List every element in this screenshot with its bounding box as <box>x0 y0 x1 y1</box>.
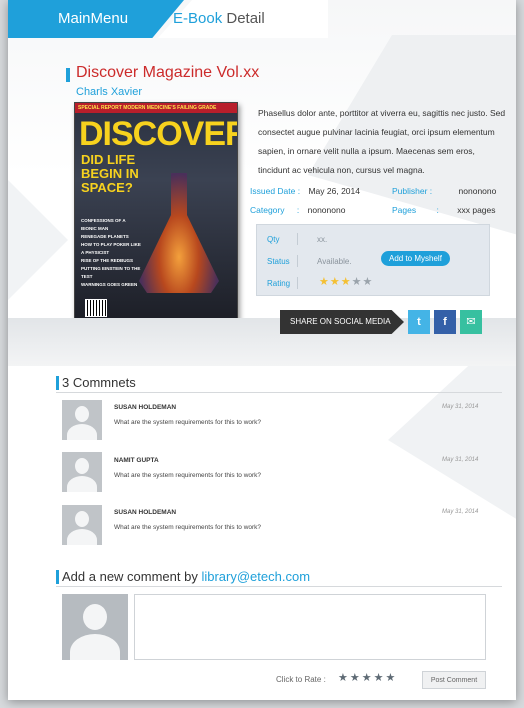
book-title: Discover Magazine Vol.xx <box>76 64 260 81</box>
star-icon: ★ <box>340 276 352 288</box>
avatar <box>62 505 102 545</box>
cover-lines: CONFESSIONS OF A BIONIC MAN RENEGADE PLA… <box>81 217 141 289</box>
star-icon: ★ <box>319 276 330 288</box>
status-label: Status <box>267 257 290 266</box>
book-stats-box: Qty xx. Status Available. Add to Myshelf… <box>256 224 490 296</box>
qty-label: Qty <box>267 235 280 244</box>
divider <box>297 277 298 289</box>
meta-pages-sep: : <box>436 205 439 215</box>
share-social-label: SHARE ON SOCIAL MEDIA <box>280 310 404 334</box>
divider <box>56 586 502 587</box>
meta-publisher-label: Publisher : <box>392 186 433 196</box>
add-to-myshelf-button[interactable]: Add to Myshelf <box>381 251 450 266</box>
cover-line: CONFESSIONS OF A BIONIC MAN <box>81 218 126 231</box>
facebook-icon[interactable]: f <box>434 310 456 334</box>
cover-barcode <box>85 299 107 317</box>
comment-text: What are the system requirements for thi… <box>114 419 262 426</box>
avatar <box>62 452 102 492</box>
comment-author: SUSAN HOLDEMAN <box>114 509 177 516</box>
star-icon[interactable]: ★ <box>386 672 398 684</box>
title-accent-bar <box>66 68 70 82</box>
meta-publisher-value: nononono <box>458 186 497 196</box>
meta-pages-label: Pages <box>392 205 417 215</box>
avatar <box>62 594 128 660</box>
page-panel: MainMenu E-Book Detail Discover Magazine… <box>8 0 516 700</box>
status-value: Available. <box>317 257 352 266</box>
meta-issued-value: May 26, 2014 <box>308 186 360 196</box>
meta-category-sep: : <box>296 205 300 215</box>
meta-pages-value: xxx pages <box>457 205 496 215</box>
cover-line: WARNINGS GOES GREEN <box>81 282 138 287</box>
book-cover-image: SPECIAL REPORT MODERN MEDICINE'S FAILING… <box>74 102 238 324</box>
tab-ebook-detail-label[interactable]: E-Book Detail <box>173 10 265 27</box>
new-comment-accent-bar <box>56 570 59 584</box>
book-description: Phasellus dolor ante, porttitor at viver… <box>258 108 506 175</box>
tab-ebook-label-part2: Detail <box>222 10 265 27</box>
divider <box>56 392 502 393</box>
rating-label: Rating <box>267 279 291 288</box>
divider <box>297 255 298 267</box>
star-icon[interactable]: ★ <box>338 672 350 684</box>
comment-author: NAMIT GUPTA <box>114 457 159 464</box>
top-nav: MainMenu E-Book Detail <box>8 0 516 38</box>
comment-date: May 31, 2014 <box>442 509 479 515</box>
meta-category: Category : nononono <box>250 205 345 215</box>
comment-date: May 31, 2014 <box>442 457 479 463</box>
rating-stars: ★★★★★ <box>319 275 373 288</box>
star-icon[interactable]: ★ <box>362 672 374 684</box>
star-icon: ★ <box>329 276 341 288</box>
comment-text: What are the system requirements for thi… <box>114 524 262 531</box>
divider <box>297 233 298 245</box>
rate-stars-input[interactable]: ★★★★★ <box>338 671 397 684</box>
book-author-link[interactable]: Charls Xavier <box>76 86 142 98</box>
meta-pages: Pages : xxx pages <box>392 205 496 215</box>
new-comment-user-link[interactable]: library@etech.com <box>201 569 310 584</box>
star-icon[interactable]: ★ <box>374 672 386 684</box>
new-comment-title-prefix: Add a new comment by <box>62 569 202 584</box>
comment-date: May 31, 2014 <box>442 404 479 410</box>
meta-issued-label: Issued Date : <box>250 186 301 196</box>
star-icon: ★ <box>362 276 374 288</box>
comment-text: What are the system requirements for thi… <box>114 472 262 479</box>
cover-flask-graphic <box>139 173 219 293</box>
comments-accent-bar <box>56 376 59 390</box>
cover-line: RENEGADE PLANETS <box>81 234 129 239</box>
comment-input[interactable] <box>134 594 486 660</box>
tab-ebook-label-part1: E-Book <box>173 10 223 27</box>
qty-value: xx. <box>317 235 328 244</box>
decor-polygon <box>8 180 68 300</box>
post-comment-button[interactable]: Post Comment <box>422 671 486 689</box>
meta-publisher: Publisher : nononono <box>392 186 496 196</box>
star-icon[interactable]: ★ <box>350 672 362 684</box>
avatar <box>62 400 102 440</box>
cover-masthead: DISCOVER <box>79 115 238 153</box>
mail-icon[interactable]: ✉ <box>460 310 482 334</box>
meta-category-value: nononono <box>307 205 346 215</box>
cover-top-strip: SPECIAL REPORT MODERN MEDICINE'S FAILING… <box>75 103 237 113</box>
star-icon: ★ <box>351 276 363 288</box>
cover-line: HOW TO PLAY POKER LIKE A PHYSICIST <box>81 242 141 255</box>
tab-main-menu-label[interactable]: MainMenu <box>58 10 128 27</box>
meta-issued: Issued Date : May 26, 2014 <box>250 186 360 196</box>
click-to-rate-label: Click to Rate : <box>276 675 326 684</box>
comments-title: 3 Commnets <box>62 375 136 390</box>
cover-line: PUTTING EINSTEIN TO THE TEST <box>81 266 141 279</box>
meta-category-label: Category <box>250 205 285 215</box>
cover-line: RISE OF THE REDBUGS <box>81 258 134 263</box>
new-comment-title: Add a new comment by library@etech.com <box>62 569 310 584</box>
cover-headline: DID LIFE BEGIN IN SPACE? <box>81 152 139 195</box>
twitter-icon[interactable]: t <box>408 310 430 334</box>
comment-author: SUSAN HOLDEMAN <box>114 404 177 411</box>
